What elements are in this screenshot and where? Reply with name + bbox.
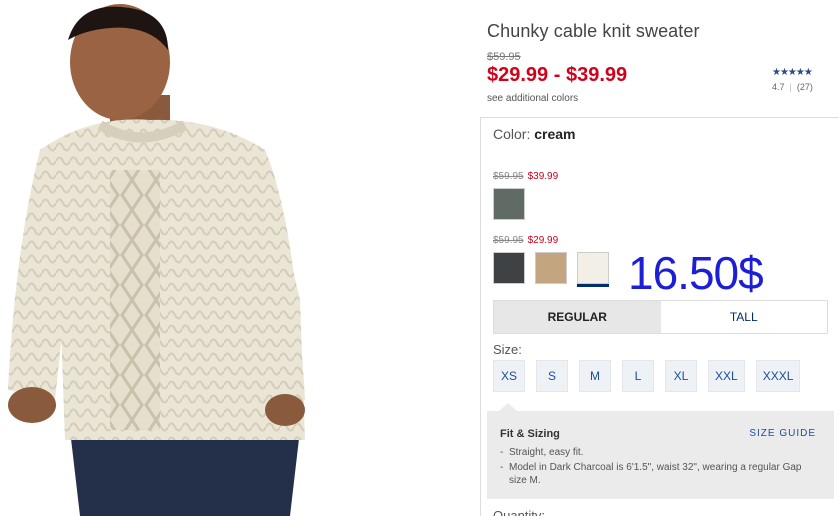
original-price: $59.95 <box>487 51 521 63</box>
overlay-price-annotation: 16.50$ <box>628 247 764 299</box>
size-xxxl-button[interactable]: XXXL <box>755 360 801 392</box>
color-group-price: $59.95 $39.99 <box>493 171 558 182</box>
rating-score: 4.7 <box>772 82 785 92</box>
fit-sizing-title: Fit & Sizing <box>500 428 560 440</box>
color-group-original-price: $59.95 <box>493 171 524 182</box>
product-page: Chunky cable knit sweater $59.95 $29.99 … <box>0 0 839 516</box>
color-group-sale-price: $29.99 <box>527 235 559 246</box>
model-sweater-illustration <box>8 4 305 516</box>
color-group-original-price: $59.95 <box>493 235 524 246</box>
color-group-sale-price: $39.99 <box>527 171 559 182</box>
selected-color-name: cream <box>534 126 576 142</box>
sale-price-range: $29.99 - $39.99 <box>487 64 628 86</box>
size-l-button[interactable]: L <box>622 360 654 392</box>
size-xxl-button[interactable]: XXL <box>708 360 745 392</box>
rating-stars-icon: ★★★★★ <box>772 67 813 78</box>
color-swatch-charcoal[interactable] <box>493 252 525 284</box>
product-title: Chunky cable knit sweater <box>487 21 700 41</box>
color-swatch-tan[interactable] <box>535 252 567 284</box>
fit-sizing-list: Straight, easy fit. Model in Dark Charco… <box>500 446 820 489</box>
size-guide-link[interactable]: SIZE GUIDE <box>749 428 816 439</box>
rating-divider: | <box>789 82 792 92</box>
tab-regular[interactable]: REGULAR <box>494 301 661 333</box>
color-swatch-cream[interactable] <box>577 252 609 284</box>
list-item: Straight, easy fit. <box>500 446 820 459</box>
rating-count[interactable]: (27) <box>797 82 813 92</box>
size-s-button[interactable]: S <box>536 360 568 392</box>
product-image[interactable] <box>0 0 340 516</box>
tab-tall[interactable]: TALL <box>661 301 828 333</box>
color-label: Color: <box>493 126 531 142</box>
see-additional-colors-link[interactable]: see additional colors <box>487 93 578 104</box>
rating[interactable]: ★★★★★ 4.7 | (27) <box>772 67 813 92</box>
size-m-button[interactable]: M <box>579 360 611 392</box>
size-label: Size: <box>493 342 522 357</box>
fit-sizing-box: Fit & Sizing SIZE GUIDE Straight, easy f… <box>487 403 834 499</box>
color-selection-label: Color: cream <box>493 126 576 142</box>
quantity-label: Quantity: <box>493 508 546 516</box>
color-swatch-green[interactable] <box>493 188 525 220</box>
size-options: XS S M L XL XXL XXXL <box>493 360 801 392</box>
fit-tabs: REGULAR TALL <box>493 300 828 334</box>
color-group-price: $59.95 $29.99 <box>493 235 558 246</box>
list-item: Model in Dark Charcoal is 6'1.5", waist … <box>500 461 820 487</box>
size-xs-button[interactable]: XS <box>493 360 525 392</box>
size-xl-button[interactable]: XL <box>665 360 697 392</box>
rating-summary: 4.7 | (27) <box>772 82 813 92</box>
